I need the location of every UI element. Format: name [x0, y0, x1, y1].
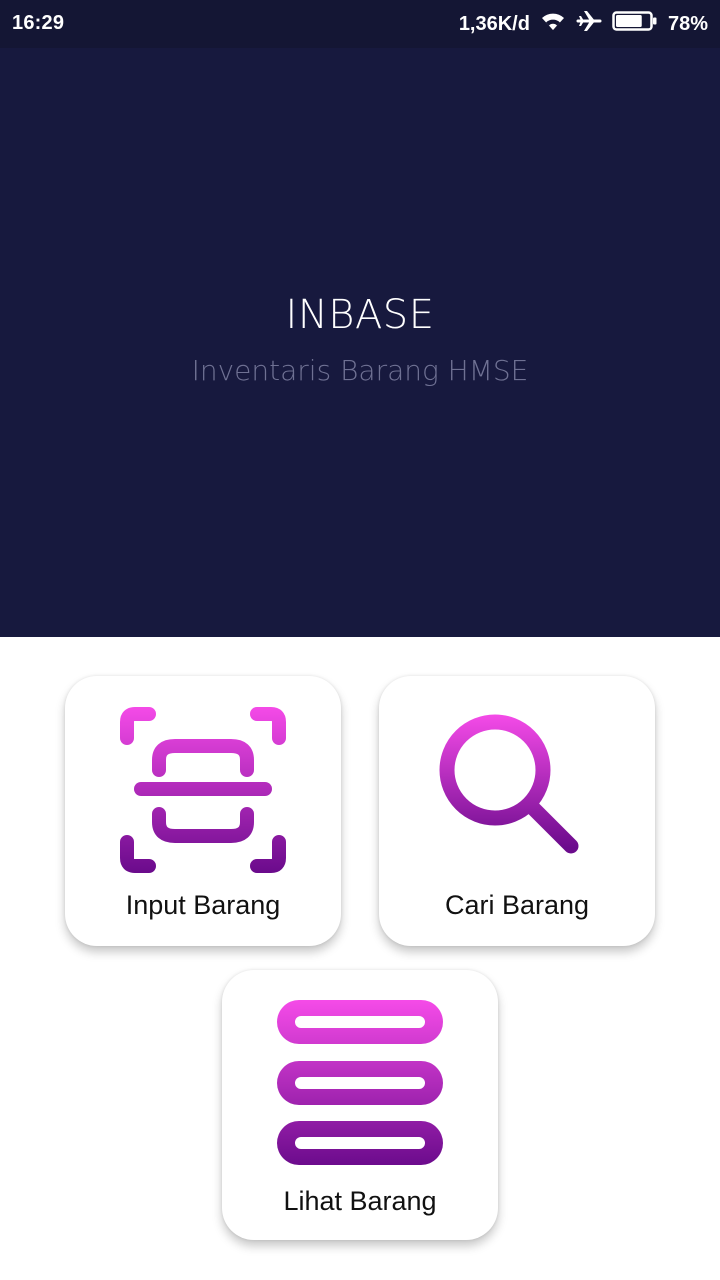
airplane-icon	[576, 8, 602, 40]
cari-barang-button[interactable]: Cari Barang	[379, 676, 655, 946]
status-bar: 16:29 1,36K/d 78%	[0, 0, 720, 48]
battery-icon	[612, 10, 658, 38]
network-speed: 1,36K/d	[458, 12, 530, 35]
battery-percent: 78%	[667, 12, 708, 35]
cari-barang-label: Cari Barang	[444, 890, 590, 920]
status-time: 16:29	[12, 12, 65, 34]
app-subtitle: Inventaris Barang HMSE	[191, 354, 529, 387]
input-barang-button[interactable]: Input Barang	[65, 676, 341, 946]
input-barang-label: Input Barang	[125, 890, 281, 920]
app-header: INBASE Inventaris Barang HMSE	[0, 48, 720, 637]
lihat-barang-label: Lihat Barang	[283, 1186, 437, 1216]
app-title: INBASE	[285, 292, 435, 338]
status-indicators: 1,36K/d 78%	[459, 10, 708, 38]
wifi-icon	[540, 10, 566, 38]
lihat-barang-button[interactable]: Lihat Barang	[222, 970, 498, 1240]
